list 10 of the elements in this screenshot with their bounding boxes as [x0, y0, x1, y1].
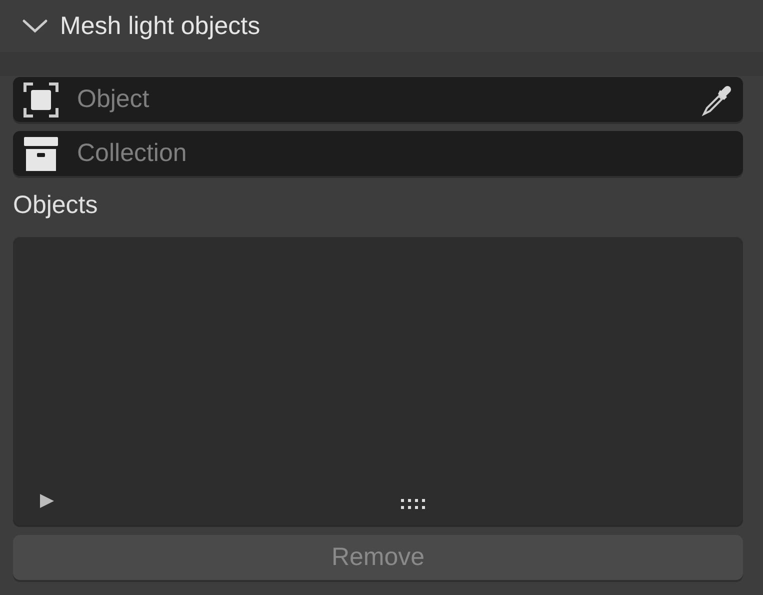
box-icon — [23, 136, 59, 172]
section-label: Objects — [13, 190, 99, 221]
picker-field[interactable]: Object — [13, 77, 743, 122]
expand-triangle-icon[interactable] — [40, 494, 54, 508]
grip-icon[interactable] — [400, 499, 428, 509]
input-field[interactable]: Collection — [75, 138, 735, 169]
input-field[interactable]: Object — [75, 84, 685, 115]
object-icon — [23, 82, 59, 118]
picker-field[interactable]: Collection — [13, 131, 743, 176]
chevron-icon — [22, 18, 48, 34]
